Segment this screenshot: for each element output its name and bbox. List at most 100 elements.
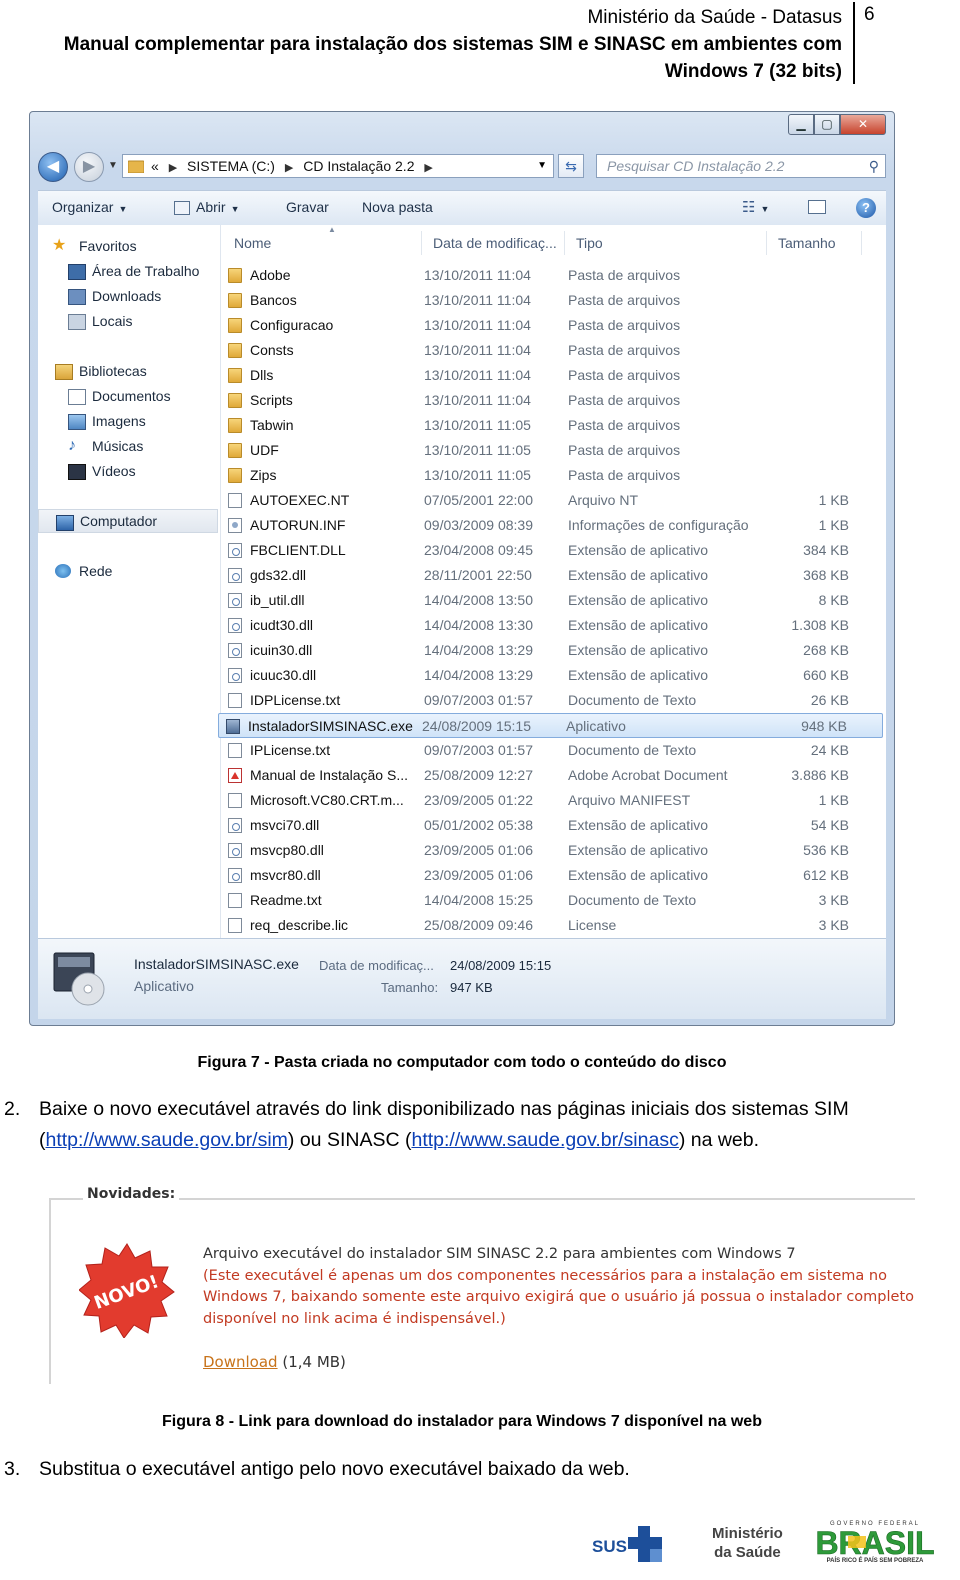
file-date: 23/04/2008 09:45 bbox=[424, 542, 533, 558]
file-name: FBCLIENT.DLL bbox=[250, 542, 346, 558]
sinasc-link[interactable]: http://www.saude.gov.br/sinasc bbox=[411, 1129, 678, 1151]
nav-label: Bibliotecas bbox=[79, 363, 147, 379]
address-bar[interactable]: « ▶ SISTEMA (C:) ▶ CD Instalação 2.2 ▶ ▼ bbox=[122, 154, 554, 178]
file-size: 268 KB bbox=[803, 642, 849, 658]
novidades-title: Novidades: bbox=[83, 1186, 180, 1202]
file-type: Documento de Texto bbox=[568, 742, 697, 758]
file-row[interactable]: Bancos 13/10/2011 11:04 Pasta de arquivos bbox=[221, 288, 886, 313]
maximize-button[interactable]: ▢ bbox=[814, 114, 840, 135]
file-row[interactable]: icudt30.dll 14/04/2008 13:30 Extensão de a… bbox=[221, 613, 886, 638]
breadcrumb-overflow[interactable]: « bbox=[151, 158, 159, 174]
folder-icon bbox=[228, 468, 242, 483]
nav-item-downloads[interactable]: Downloads bbox=[38, 284, 218, 308]
file-row[interactable]: msvcp80.dll 23/09/2005 01:06 Extensão de a… bbox=[221, 838, 886, 863]
file-row[interactable]: Zips 13/10/2011 11:05 Pasta de arquivos bbox=[221, 463, 886, 488]
file-row[interactable]: icuin30.dll 14/04/2008 13:29 Extensão de a… bbox=[221, 638, 886, 663]
nav-item-places[interactable]: Locais bbox=[38, 309, 218, 333]
nav-item-network[interactable]: Rede bbox=[38, 559, 218, 583]
file-row[interactable]: FBCLIENT.DLL 23/04/2008 09:45 Extensão de … bbox=[221, 538, 886, 563]
doc-icon bbox=[228, 743, 242, 758]
back-button[interactable]: ◀ bbox=[38, 152, 68, 182]
column-header-size[interactable]: Tamanho bbox=[778, 231, 836, 255]
file-row[interactable]: Configuracao 13/10/2011 11:04 Pasta de arq… bbox=[221, 313, 886, 338]
nav-item-videos[interactable]: Vídeos bbox=[38, 459, 218, 483]
file-row[interactable]: AUTOEXEC.NT 07/05/2001 22:00 Arquivo NT 1 K… bbox=[221, 488, 886, 513]
file-row[interactable]: IPLicense.txt 09/07/2003 01:57 Documento d… bbox=[221, 738, 886, 763]
file-row[interactable]: Tabwin 13/10/2011 11:05 Pasta de arquivos bbox=[221, 413, 886, 438]
step-text-part: ) na web. bbox=[678, 1129, 760, 1151]
file-row[interactable]: IDPLicense.txt 09/07/2003 01:57 Documento … bbox=[221, 688, 886, 713]
file-date: 25/08/2009 12:27 bbox=[424, 767, 533, 783]
close-button[interactable]: ✕ bbox=[840, 114, 886, 135]
nav-item-music[interactable]: ♪ Músicas bbox=[38, 434, 218, 458]
burn-button[interactable]: Gravar bbox=[286, 191, 329, 224]
folder-icon bbox=[228, 443, 242, 458]
file-row[interactable]: req_describe.lic 25/08/2009 09:46 License 3… bbox=[221, 913, 886, 938]
download-size: (1,4 MB) bbox=[282, 1353, 346, 1371]
file-row[interactable]: Scripts 13/10/2011 11:04 Pasta de arquivos bbox=[221, 388, 886, 413]
novidades-headline: Arquivo executável do instalador SIM SIN… bbox=[203, 1246, 796, 1262]
file-row[interactable]: Manual de Instalação S... 25/08/2009 12:2… bbox=[221, 763, 886, 788]
chevron-right-icon: ▶ bbox=[168, 162, 178, 174]
help-icon[interactable]: ? bbox=[856, 198, 876, 218]
file-date: 23/09/2005 01:06 bbox=[424, 842, 533, 858]
nav-item-libraries[interactable]: Bibliotecas bbox=[38, 359, 218, 383]
file-type: Extensão de aplicativo bbox=[568, 817, 709, 833]
file-row[interactable]: InstaladorSIMSINASC.exe 24/08/2009 15:15 A… bbox=[218, 713, 883, 738]
nav-label: Documentos bbox=[92, 388, 171, 404]
breadcrumb-drive[interactable]: SISTEMA (C:) bbox=[187, 158, 275, 174]
column-divider[interactable] bbox=[421, 231, 422, 255]
page-header: Ministério da Saúde - Datasus Manual com… bbox=[20, 4, 842, 85]
refresh-button[interactable]: ⇆ bbox=[558, 154, 584, 178]
file-row[interactable]: ib_util.dll 14/04/2008 13:50 Extensão de a… bbox=[221, 588, 886, 613]
column-divider[interactable] bbox=[861, 231, 862, 255]
forward-button[interactable]: ▶ bbox=[74, 152, 104, 182]
view-options-button[interactable]: ☷ ▼ bbox=[742, 191, 769, 226]
chevron-down-icon: ▼ bbox=[230, 204, 240, 214]
download-link[interactable]: Download bbox=[203, 1353, 278, 1371]
file-row[interactable]: Dlls 13/10/2011 11:04 Pasta de arquivos bbox=[221, 363, 886, 388]
nav-item-images[interactable]: Imagens bbox=[38, 409, 218, 433]
file-date: 09/03/2009 08:39 bbox=[424, 517, 533, 533]
file-name: InstaladorSIMSINASC.exe bbox=[248, 718, 413, 734]
file-row[interactable]: UDF 13/10/2011 11:05 Pasta de arquivos bbox=[221, 438, 886, 463]
organize-button[interactable]: Organizar ▼ bbox=[52, 191, 127, 226]
file-row[interactable]: Consts 13/10/2011 11:04 Pasta de arquivos bbox=[221, 338, 886, 363]
nav-item-desktop[interactable]: Área de Trabalho bbox=[38, 259, 218, 283]
file-name: ib_util.dll bbox=[250, 592, 305, 608]
nav-item-favorites[interactable]: ★ Favoritos bbox=[38, 234, 218, 258]
preview-pane-icon[interactable] bbox=[808, 200, 826, 214]
page-number: 6 bbox=[864, 4, 875, 25]
column-divider[interactable] bbox=[564, 231, 565, 255]
file-row[interactable]: icuuc30.dll 14/04/2008 13:29 Extensão de a… bbox=[221, 663, 886, 688]
file-date: 14/04/2008 13:29 bbox=[424, 667, 533, 683]
file-date: 13/10/2011 11:04 bbox=[424, 367, 531, 383]
search-icon[interactable]: ⚲ bbox=[869, 155, 879, 177]
file-name: Manual de Instalação S... bbox=[250, 767, 408, 783]
chevron-down-icon[interactable]: ▼ bbox=[537, 155, 547, 177]
file-row[interactable]: msvci70.dll 05/01/2002 05:38 Extensão de a… bbox=[221, 813, 886, 838]
file-row[interactable]: Adobe 13/10/2011 11:04 Pasta de arquivos bbox=[221, 263, 886, 288]
file-type: Extensão de aplicativo bbox=[568, 617, 709, 633]
search-input[interactable]: Pesquisar CD Instalação 2.2 ⚲ bbox=[596, 154, 886, 178]
column-divider[interactable] bbox=[766, 231, 767, 255]
column-header-type[interactable]: Tipo bbox=[576, 231, 603, 255]
new-folder-button[interactable]: Nova pasta bbox=[362, 191, 433, 224]
sim-link[interactable]: http://www.saude.gov.br/sim bbox=[46, 1129, 288, 1151]
file-row[interactable]: AUTORUN.INF 09/03/2009 08:39 Informações d… bbox=[221, 513, 886, 538]
file-row[interactable]: gds32.dll 28/11/2001 22:50 Extensão de apl… bbox=[221, 563, 886, 588]
nav-item-documents[interactable]: Documentos bbox=[38, 384, 218, 408]
file-name: IPLicense.txt bbox=[250, 742, 331, 758]
file-row[interactable]: msvcr80.dll 23/09/2005 01:06 Extensão de a… bbox=[221, 863, 886, 888]
documents-icon bbox=[68, 389, 86, 405]
column-header-name[interactable]: Nome bbox=[234, 231, 271, 255]
recent-pages-dropdown-icon[interactable]: ▼ bbox=[108, 160, 118, 171]
breadcrumb-folder[interactable]: CD Instalação 2.2 bbox=[303, 158, 414, 174]
open-button[interactable]: Abrir ▼ bbox=[174, 191, 239, 226]
minimize-button[interactable]: ▁ bbox=[788, 114, 814, 135]
file-row[interactable]: Readme.txt 14/04/2008 15:25 Documento de T… bbox=[221, 888, 886, 913]
doc-icon bbox=[228, 918, 242, 933]
file-row[interactable]: Microsoft.VC80.CRT.m... 23/09/2005 01:22 A… bbox=[221, 788, 886, 813]
nav-item-computer[interactable]: Computador bbox=[38, 509, 218, 533]
column-header-date[interactable]: Data de modificaç... bbox=[433, 231, 557, 255]
